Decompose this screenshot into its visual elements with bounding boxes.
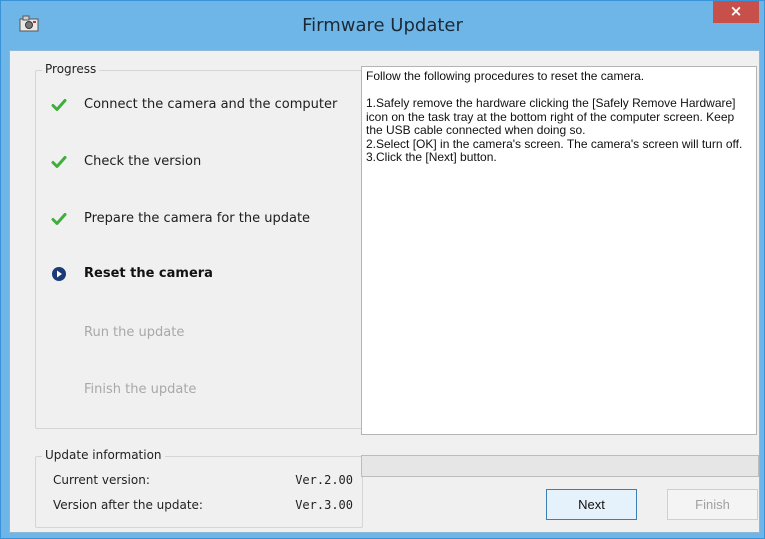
step-connect: Connect the camera and the computer [36,95,356,115]
firmware-updater-window: Firmware Updater × Progress Connect the … [0,0,765,539]
step-label: Connect the camera and the computer [84,97,338,112]
update-information-label: Update information [42,448,165,462]
step-label: Check the version [84,154,202,169]
title-bar[interactable]: Firmware Updater × [1,1,764,49]
step-run-update: Run the update [36,323,356,343]
update-progress-bar [361,455,759,477]
instruction-step-1: 1.Safely remove the hardware clicking th… [366,96,736,137]
step-reset-camera: Reset the camera [36,264,356,284]
step-label: Finish the update [84,382,197,397]
current-version-value: Ver.2.00 [295,473,353,487]
instruction-step-3: 3.Click the [Next] button. [366,150,497,164]
finish-button[interactable]: Finish [667,489,758,520]
step-finish-update: Finish the update [36,380,356,400]
close-button[interactable]: × [713,1,759,23]
next-button[interactable]: Next [546,489,637,520]
instruction-step-2: 2.Select [OK] in the camera's screen. Th… [366,136,743,151]
current-version-label: Current version: [53,473,150,487]
progress-group-label: Progress [42,62,100,76]
step-label: Run the update [84,325,185,340]
new-version-label: Version after the update: [53,498,203,512]
step-label: Reset the camera [84,266,213,281]
step-label: Prepare the camera for the update [84,211,311,226]
instruction-blank [366,84,752,98]
step-check-version: Check the version [36,152,356,172]
progress-group: Progress Connect the camera and the comp… [35,62,363,429]
window-title: Firmware Updater [302,15,463,36]
check-icon [51,156,67,168]
dialog-body: Progress Connect the camera and the comp… [9,50,760,533]
step-prepare: Prepare the camera for the update [36,209,356,229]
update-information-group: Update information Current version: Ver.… [35,448,363,528]
check-icon [51,99,67,111]
check-icon [51,213,67,225]
new-version-row: Version after the update: Ver.3.00 [53,496,353,514]
arrow-circle-icon [52,267,66,281]
instruction-intro: Follow the following procedures to reset… [366,69,645,83]
current-version-row: Current version: Ver.2.00 [53,471,353,489]
instructions-textbox[interactable]: Follow the following procedures to reset… [361,66,757,435]
new-version-value: Ver.3.00 [295,498,353,512]
